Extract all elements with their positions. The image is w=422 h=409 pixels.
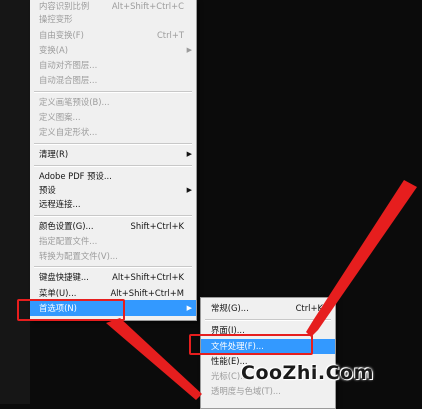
annotation-arrows [106, 180, 417, 400]
arrow-to-file-handling [306, 180, 417, 337]
watermark-text: CooZhi.Com [241, 362, 374, 384]
arrow-to-preferences [106, 318, 202, 400]
